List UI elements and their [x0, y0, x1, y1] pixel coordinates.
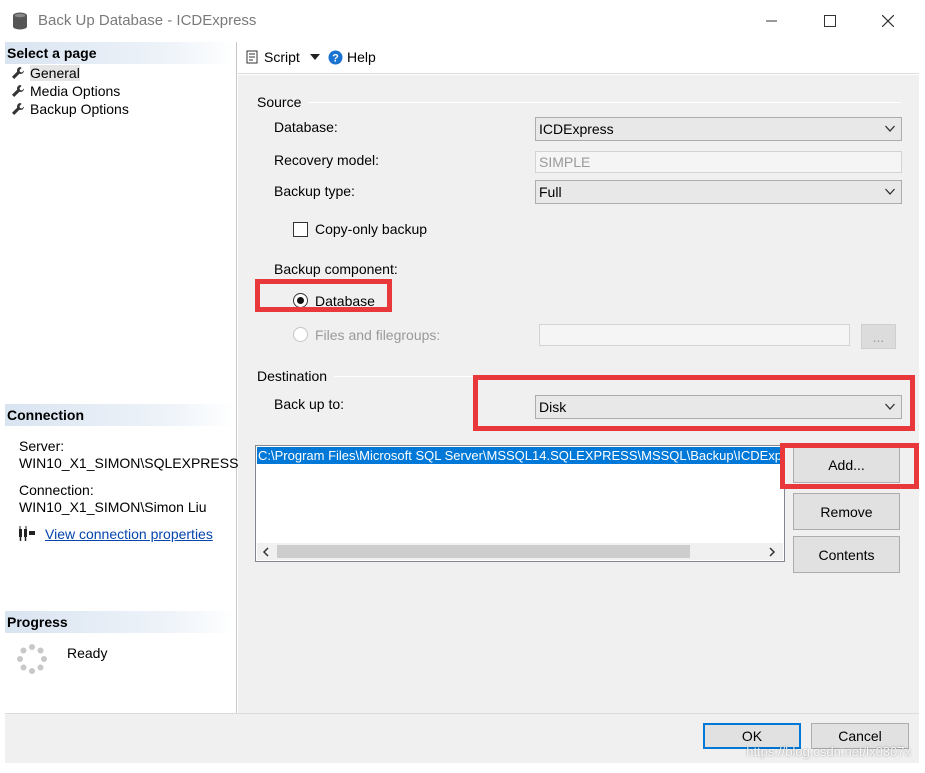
backup-component-label: Backup component: — [274, 261, 398, 277]
database-label: Database: — [274, 119, 338, 135]
maximize-button[interactable] — [810, 8, 850, 34]
scroll-left-icon[interactable] — [262, 547, 270, 557]
files-filegroups-label: Files and filegroups: — [315, 327, 441, 343]
page-general[interactable]: General — [11, 64, 80, 82]
page-media-options[interactable]: Media Options — [11, 82, 120, 100]
close-button[interactable] — [868, 8, 908, 34]
page-backup-options[interactable]: Backup Options — [11, 100, 129, 118]
chevron-down-icon — [885, 125, 895, 132]
wrench-icon — [12, 67, 24, 79]
scroll-right-icon[interactable] — [768, 547, 776, 557]
chevron-down-icon — [885, 403, 895, 410]
page-label: General — [30, 65, 80, 81]
help-icon: ? — [328, 50, 343, 64]
view-connection-properties-link[interactable]: View connection properties — [45, 526, 213, 542]
database-radio[interactable] — [293, 293, 308, 308]
server-label: Server: — [19, 438, 65, 454]
minimize-icon — [766, 20, 777, 22]
help-button[interactable]: ? Help — [328, 49, 376, 65]
add-button[interactable]: Add... — [793, 446, 900, 483]
source-group-label: Source — [257, 94, 302, 110]
copy-only-backup-checkbox[interactable] — [293, 222, 308, 237]
select-page-header: Select a page — [5, 42, 236, 64]
backup-database-dialog: Back Up Database - ICDExpress Select a p… — [0, 0, 925, 773]
source-divider — [308, 102, 901, 103]
backup-type-value: Full — [539, 184, 562, 200]
horizontal-scrollbar[interactable] — [257, 543, 783, 560]
back-up-to-label: Back up to: — [274, 396, 345, 412]
backup-destination-list[interactable]: C:\Program Files\Microsoft SQL Server\MS… — [255, 445, 785, 562]
page-label: Media Options — [30, 83, 121, 99]
backup-type-label: Backup type: — [274, 183, 355, 199]
watermark-text: https://blog.csdn.net/lx0307x — [746, 744, 911, 759]
chevron-down-icon — [309, 54, 320, 60]
wrench-icon — [12, 103, 24, 115]
general-page-content: Source Database: ICDExpress Recovery mod… — [238, 75, 919, 713]
chevron-down-icon — [885, 188, 895, 195]
toolbar: Script ? Help — [238, 42, 919, 74]
files-filegroups-radio[interactable] — [293, 327, 308, 342]
files-filegroups-field — [539, 324, 850, 346]
page-label: Backup Options — [30, 101, 129, 117]
scrollbar-thumb[interactable] — [277, 545, 690, 558]
help-label: Help — [347, 49, 376, 65]
backup-type-select[interactable]: Full — [535, 180, 902, 204]
copy-only-backup-label: Copy-only backup — [315, 221, 428, 237]
backup-destination-item[interactable]: C:\Program Files\Microsoft SQL Server\MS… — [257, 447, 780, 464]
remove-button[interactable]: Remove — [793, 493, 900, 530]
server-value: WIN10_X1_SIMON\SQLEXPRESS — [19, 455, 239, 471]
progress-spinner-icon — [17, 644, 47, 674]
contents-button[interactable]: Contents — [793, 536, 900, 573]
script-label: Script — [264, 49, 300, 65]
recovery-model-label: Recovery model: — [274, 152, 380, 168]
progress-status: Ready — [67, 645, 108, 661]
connection-label: Connection: — [19, 482, 94, 498]
dialog-footer: OK Cancel https://blog.csdn.net/lx0307x — [5, 713, 919, 763]
svg-text:?: ? — [332, 52, 339, 64]
radio-selected-dot — [297, 297, 304, 304]
recovery-model-field: SIMPLE — [535, 151, 902, 173]
progress-header: Progress — [5, 611, 236, 633]
maximize-icon — [824, 15, 836, 27]
destination-divider — [334, 376, 901, 377]
connection-header: Connection — [5, 404, 236, 426]
database-select[interactable]: ICDExpress — [535, 117, 902, 141]
back-up-to-select[interactable]: Disk — [535, 395, 902, 419]
connection-value: WIN10_X1_SIMON\Simon Liu — [19, 499, 207, 515]
connection-properties-icon — [19, 526, 35, 541]
left-pane: Select a page General Media Options Back… — [5, 42, 239, 713]
script-button[interactable]: Script — [246, 49, 320, 65]
destination-group-label: Destination — [257, 368, 328, 384]
database-radio-label: Database — [315, 293, 375, 309]
wrench-icon — [12, 85, 24, 97]
window-title: Back Up Database - ICDExpress — [38, 12, 257, 29]
database-value: ICDExpress — [539, 121, 614, 137]
script-icon — [246, 50, 258, 64]
back-up-to-value: Disk — [539, 399, 567, 415]
browse-files-button[interactable]: ... — [861, 324, 896, 349]
close-icon — [882, 15, 894, 27]
minimize-button[interactable] — [752, 8, 792, 34]
database-icon — [13, 12, 27, 30]
title-bar: Back Up Database - ICDExpress — [0, 0, 925, 42]
